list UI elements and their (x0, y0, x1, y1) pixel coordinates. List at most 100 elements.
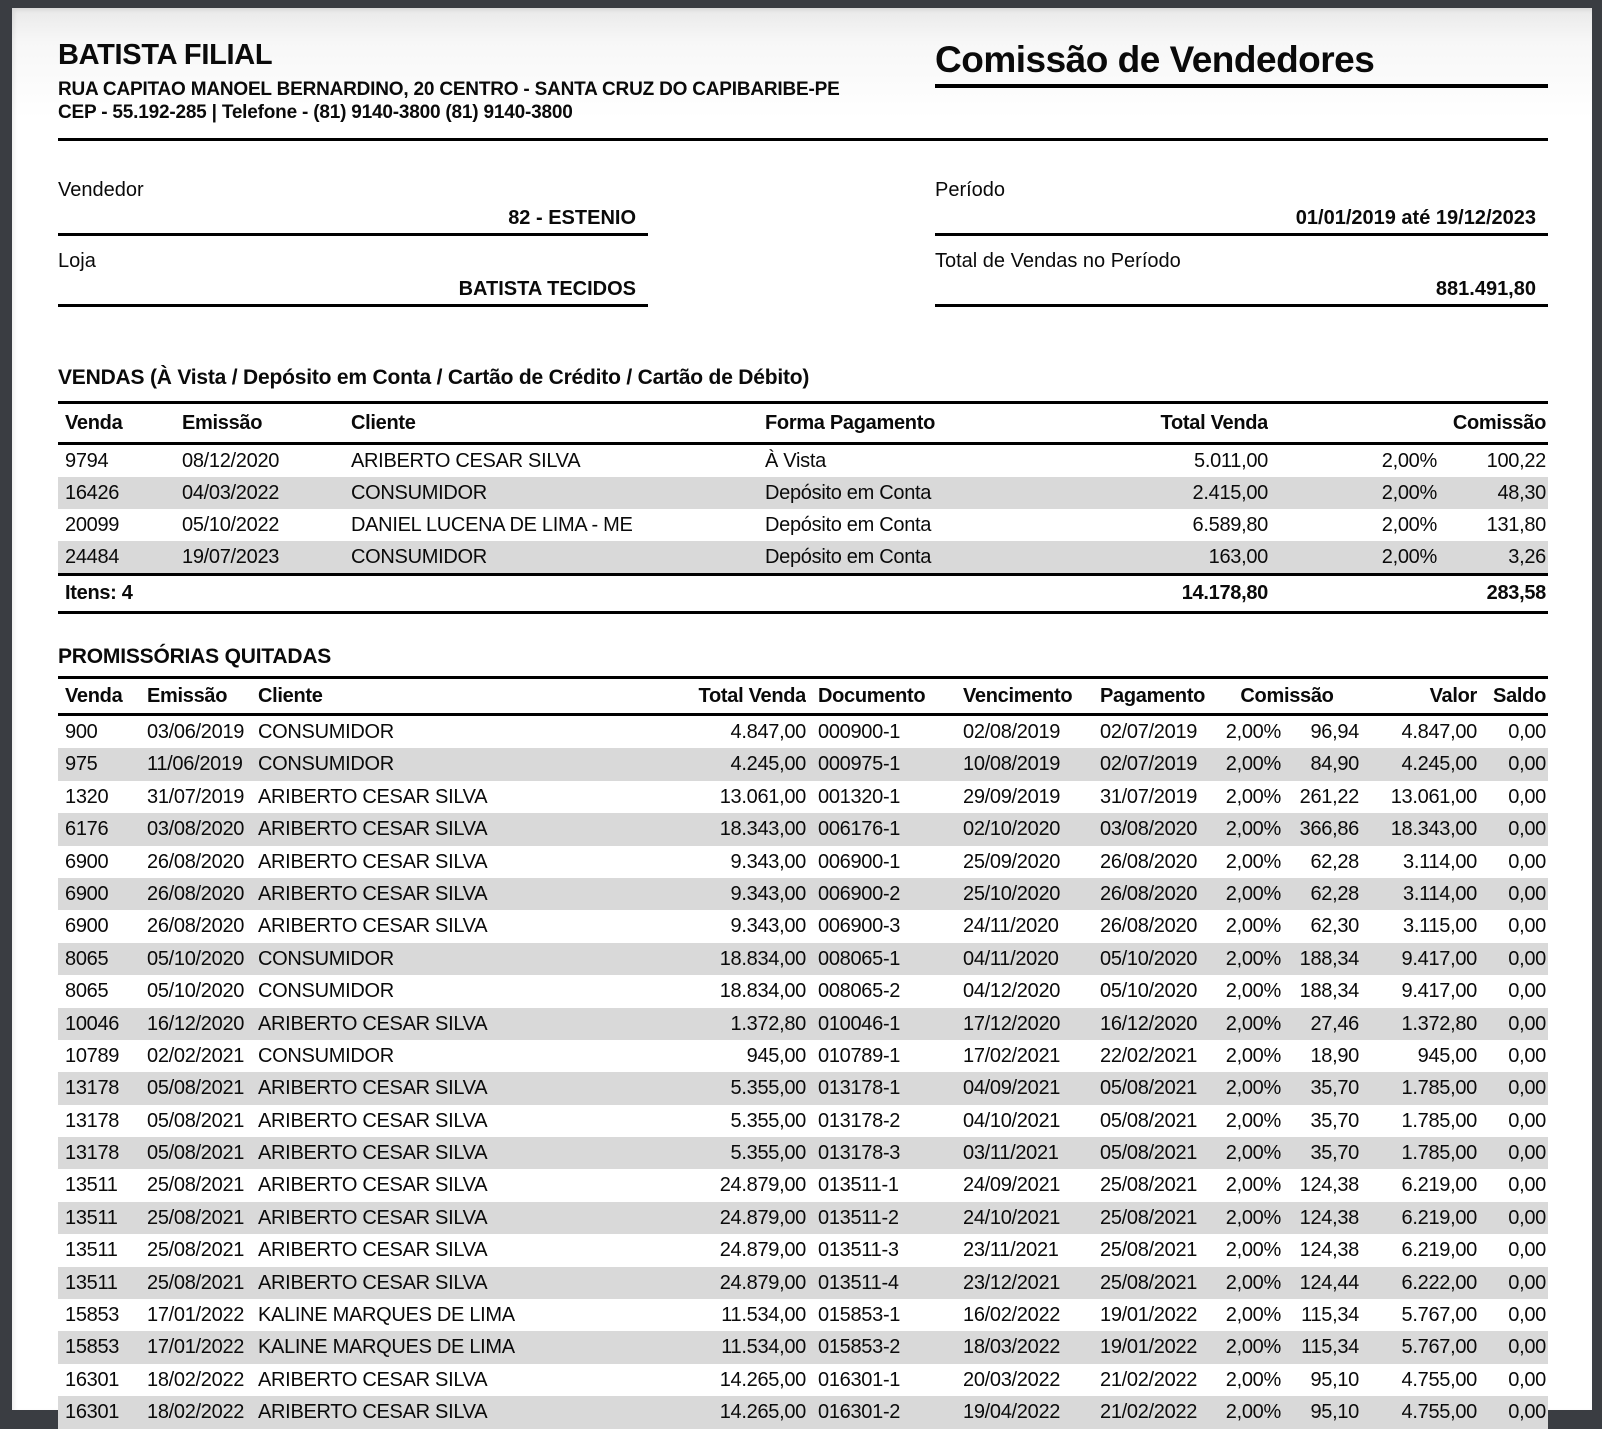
cell-venda: 975 (58, 748, 144, 780)
cell-saldo: 0,00 (1477, 1331, 1548, 1363)
cell-emissao: 05/08/2021 (144, 1072, 255, 1104)
cell-documento: 013511-1 (806, 1169, 955, 1201)
cell-comissao: 3,26 (1437, 541, 1548, 573)
cell-total: 5.355,00 (565, 1072, 806, 1104)
col-valor: Valor (1359, 679, 1477, 713)
cell-venda: 13511 (58, 1267, 144, 1299)
cell-venda: 13178 (58, 1072, 144, 1104)
cell-saldo: 0,00 (1477, 846, 1548, 878)
periodo-value: 01/01/2019 até 19/12/2023 (935, 203, 1548, 233)
cell-cliente: ARIBERTO CESAR SILVA (255, 1105, 565, 1137)
cell-vencimento: 04/11/2020 (955, 943, 1090, 975)
cell-venda: 15853 (58, 1331, 144, 1363)
total-vendas-value: 881.491,80 (935, 274, 1548, 304)
cell-total: 5.355,00 (565, 1137, 806, 1169)
cell-venda: 15853 (58, 1299, 144, 1331)
cell-venda: 9794 (58, 445, 178, 477)
cell-comissao: 124,38 (1281, 1234, 1359, 1266)
cell-total: 24.879,00 (565, 1169, 806, 1201)
cell-total: 14.265,00 (565, 1396, 806, 1428)
cell-venda: 1320 (58, 781, 144, 813)
cell-pct: 2,00% (1215, 1105, 1281, 1137)
cell-total: 13.061,00 (565, 781, 806, 813)
cell-total: 18.343,00 (565, 813, 806, 845)
cell-emissao: 16/12/2020 (144, 1008, 255, 1040)
cell-venda: 900 (58, 716, 144, 748)
cell-comissao: 124,38 (1281, 1169, 1359, 1201)
cell-emissao: 17/01/2022 (144, 1331, 255, 1363)
cell-cliente: CONSUMIDOR (351, 477, 765, 509)
cell-vencimento: 20/03/2022 (955, 1364, 1090, 1396)
promissorias-row: 806505/10/2020CONSUMIDOR18.834,00008065-… (58, 943, 1548, 975)
cell-pct: 2,00% (1215, 1396, 1281, 1428)
col-cliente: Cliente (255, 679, 565, 713)
cell-vencimento: 18/03/2022 (955, 1331, 1090, 1363)
cell-venda: 16301 (58, 1364, 144, 1396)
cell-vencimento: 03/11/2021 (955, 1137, 1090, 1169)
cell-valor: 6.219,00 (1359, 1202, 1477, 1234)
vendedor-value: 82 - ESTENIO (58, 203, 648, 233)
cell-total: 18.834,00 (565, 975, 806, 1007)
promissorias-row: 1351125/08/2021ARIBERTO CESAR SILVA24.87… (58, 1202, 1548, 1234)
cell-saldo: 0,00 (1477, 1299, 1548, 1331)
cell-documento: 013511-2 (806, 1202, 955, 1234)
cell-cliente: ARIBERTO CESAR SILVA (255, 1169, 565, 1201)
cell-pagamento: 05/10/2020 (1090, 975, 1215, 1007)
cell-pct: 2,00% (1215, 813, 1281, 845)
cell-cliente: CONSUMIDOR (351, 541, 765, 573)
cell-emissao: 25/08/2021 (144, 1169, 255, 1201)
cell-venda: 6176 (58, 813, 144, 845)
cell-valor: 13.061,00 (1359, 781, 1477, 813)
cell-vencimento: 23/12/2021 (955, 1267, 1090, 1299)
cell-cliente: ARIBERTO CESAR SILVA (255, 1396, 565, 1428)
cell-documento: 008065-2 (806, 975, 955, 1007)
col-forma: Forma Pagamento (765, 404, 1040, 442)
cell-pagamento: 16/12/2020 (1090, 1008, 1215, 1040)
cell-pagamento: 19/01/2022 (1090, 1299, 1215, 1331)
cell-venda: 13511 (58, 1234, 144, 1266)
cell-total: 11.534,00 (565, 1299, 806, 1331)
promissorias-row: 1630118/02/2022ARIBERTO CESAR SILVA14.26… (58, 1364, 1548, 1396)
cell-pct: 2,00% (1215, 781, 1281, 813)
cell-documento: 013511-3 (806, 1234, 955, 1266)
promissorias-row: 690026/08/2020ARIBERTO CESAR SILVA9.343,… (58, 910, 1548, 942)
cell-cliente: CONSUMIDOR (255, 975, 565, 1007)
cell-pagamento: 02/07/2019 (1090, 748, 1215, 780)
cell-pagamento: 05/08/2021 (1090, 1105, 1215, 1137)
company-block: BATISTA FILIAL RUA CAPITAO MANOEL BERNAR… (58, 38, 918, 124)
cell-pct: 2,00% (1215, 1040, 1281, 1072)
cell-pct: 2,00% (1215, 1299, 1281, 1331)
promissorias-table-header: Venda Emissão Cliente Total Venda Docume… (58, 679, 1548, 716)
cell-pagamento: 21/02/2022 (1090, 1396, 1215, 1428)
cell-documento: 015853-1 (806, 1299, 955, 1331)
cell-vencimento: 24/09/2021 (955, 1169, 1090, 1201)
col-documento: Documento (806, 679, 955, 713)
cell-pagamento: 05/10/2020 (1090, 943, 1215, 975)
vendas-table-header: Venda Emissão Cliente Forma Pagamento To… (58, 404, 1548, 445)
cell-saldo: 0,00 (1477, 1267, 1548, 1299)
cell-emissao: 05/10/2022 (178, 509, 351, 541)
header-divider (58, 138, 1548, 141)
promissorias-row: 1630118/02/2022ARIBERTO CESAR SILVA14.26… (58, 1396, 1548, 1428)
cell-documento: 006900-2 (806, 878, 955, 910)
col-saldo: Saldo (1477, 679, 1548, 713)
cell-saldo: 0,00 (1477, 1202, 1548, 1234)
cell-emissao: 03/08/2020 (144, 813, 255, 845)
summary-row-1: Vendedor 82 - ESTENIO Período 01/01/2019… (58, 177, 1548, 236)
col-emissao: Emissão (144, 679, 255, 713)
cell-valor: 4.755,00 (1359, 1396, 1477, 1428)
cell-pagamento: 26/08/2020 (1090, 846, 1215, 878)
cell-emissao: 08/12/2020 (178, 445, 351, 477)
cell-saldo: 0,00 (1477, 1396, 1548, 1428)
cell-valor: 3.115,00 (1359, 910, 1477, 942)
cell-documento: 013178-3 (806, 1137, 955, 1169)
cell-documento: 006176-1 (806, 813, 955, 845)
cell-pagamento: 25/08/2021 (1090, 1267, 1215, 1299)
cell-pagamento: 25/08/2021 (1090, 1234, 1215, 1266)
promissorias-table: Venda Emissão Cliente Total Venda Docume… (58, 676, 1548, 1429)
cell-saldo: 0,00 (1477, 1169, 1548, 1201)
cell-vencimento: 29/09/2019 (955, 781, 1090, 813)
vendas-row: 1642604/03/2022CONSUMIDORDepósito em Con… (58, 477, 1548, 509)
promissorias-table-body: 90003/06/2019CONSUMIDOR4.847,00000900-10… (58, 716, 1548, 1429)
cell-cliente: ARIBERTO CESAR SILVA (255, 910, 565, 942)
